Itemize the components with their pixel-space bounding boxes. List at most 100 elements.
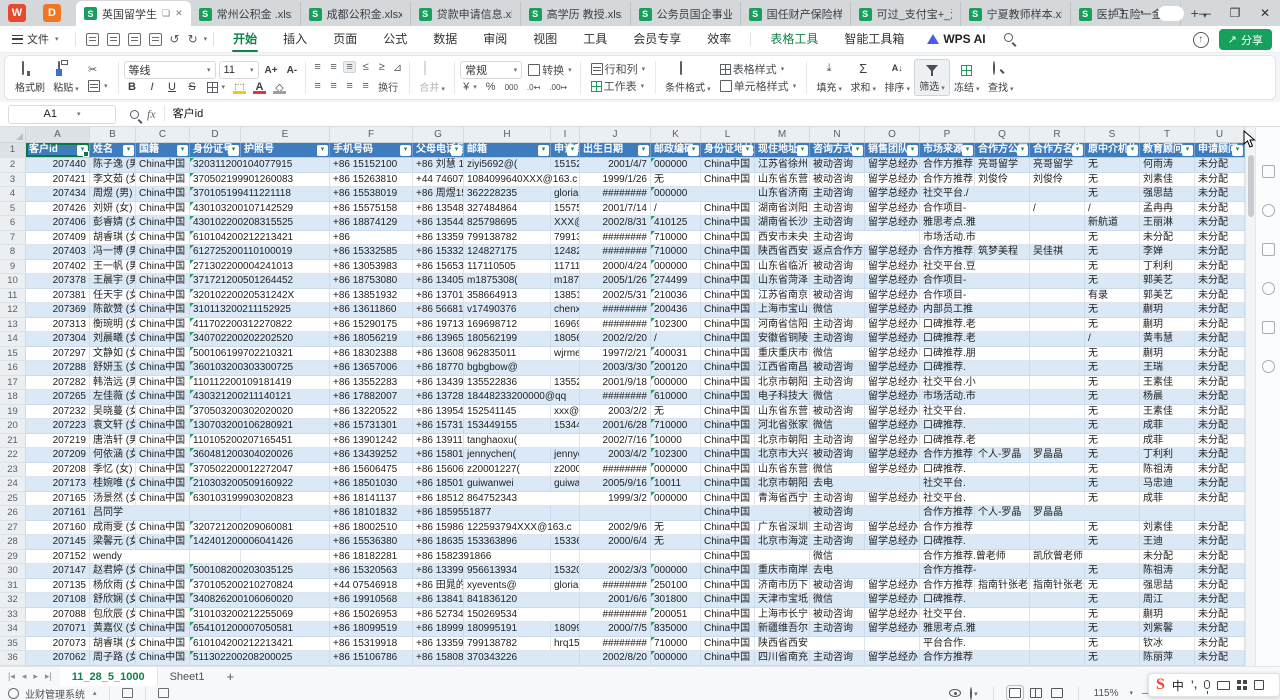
freeze-button[interactable]: 冻结▾	[950, 59, 984, 96]
cell[interactable]: 无	[1085, 434, 1140, 449]
filter-dropdown-icon[interactable]: ▾	[852, 145, 863, 156]
export-icon[interactable]	[107, 33, 120, 46]
cell[interactable]: +86 15332585	[330, 245, 413, 260]
header-cell[interactable]: 教育顾问▾	[1140, 143, 1195, 158]
cell[interactable]: 370105199411221118	[190, 187, 330, 202]
cell[interactable]: +44 7460762888	[413, 173, 464, 188]
cell[interactable]: +86 1850103098	[413, 477, 464, 492]
cell[interactable]: 合作方推荐	[920, 579, 975, 594]
cell[interactable]: 留学总经办	[865, 419, 920, 434]
filter-dropdown-icon[interactable]: ▾	[538, 145, 549, 156]
file-tab[interactable]: S高学历 教授.xlsx	[521, 2, 631, 26]
cell[interactable]: 周子路 (女)	[90, 651, 136, 666]
cell[interactable]	[1030, 361, 1085, 376]
cell[interactable]: 留学总经办	[865, 289, 920, 304]
cell[interactable]: 河南省信阳	[755, 318, 810, 333]
cell[interactable]	[1030, 419, 1085, 434]
cell[interactable]: 2000/6/4	[580, 535, 651, 550]
cell[interactable]: 彭睿婧 (女)	[90, 216, 136, 231]
minimize-button[interactable]: —	[1190, 1, 1220, 25]
prev-sheet-icon[interactable]: ◂	[22, 671, 27, 682]
cell[interactable]: 2000/4/24	[580, 260, 651, 275]
cell[interactable]: 山东省东营	[755, 463, 810, 478]
cell[interactable]: 864752343	[464, 492, 580, 507]
cell[interactable]: 1999/1/26	[580, 173, 651, 188]
cell[interactable]: 唐浩轩 (男)	[90, 434, 136, 449]
fill-color-button[interactable]: ◇	[271, 79, 288, 95]
cell[interactable]: 207152	[26, 550, 90, 565]
cell[interactable]: +86 1354866895	[413, 202, 464, 217]
row-header-8[interactable]: 8	[0, 245, 26, 260]
cell[interactable]: +86 1384183612	[413, 593, 464, 608]
cell[interactable]: 筑梦美程	[975, 245, 1030, 260]
cell[interactable]: 511302200208200025	[190, 651, 330, 666]
cell[interactable]: 无	[1085, 419, 1140, 434]
cell[interactable]: 蒯玥	[1140, 608, 1195, 623]
cell[interactable]: 胡睿琪 (女)	[90, 231, 136, 246]
cell[interactable]: 825798695	[464, 216, 551, 231]
cell[interactable]: 广东省深圳	[755, 521, 810, 536]
header-cell[interactable]: 市场来源▾	[920, 143, 975, 158]
cell[interactable]: 舒妍玉 (女)	[90, 361, 136, 376]
ime-toolbox-icon[interactable]	[1237, 680, 1247, 690]
cell[interactable]: 未分配	[1195, 376, 1245, 391]
cell[interactable]: China中国	[701, 506, 810, 521]
cell[interactable]: 北京市大兴	[755, 448, 810, 463]
cell[interactable]: 合作方推荐	[920, 173, 975, 188]
cell[interactable]	[1030, 231, 1085, 246]
cell[interactable]: +86 18302388	[330, 347, 413, 362]
cell[interactable]: 留学总经办	[865, 390, 920, 405]
align-left-icon[interactable]: ≡	[311, 80, 324, 92]
cell[interactable]: 207434	[26, 187, 90, 202]
cell[interactable]: 210036	[651, 289, 701, 304]
cell[interactable]: 留学总经办	[865, 347, 920, 362]
cell[interactable]: 胡睿琪 (女)	[90, 637, 136, 652]
cell[interactable]: 无	[1085, 347, 1140, 362]
cell[interactable]: 207088	[26, 608, 90, 623]
cell[interactable]: 合作项目-	[920, 289, 1030, 304]
increase-decimal-button[interactable]: .0↤	[524, 79, 543, 95]
account-avatar[interactable]	[1158, 6, 1184, 21]
cell[interactable]: +86 13611860	[330, 303, 413, 318]
undo-icon[interactable]: ↺	[170, 32, 180, 46]
filter-dropdown-icon[interactable]: ▾	[1017, 145, 1028, 156]
cell[interactable]: 留学总经办	[865, 260, 920, 275]
cell[interactable]: 留学总经办	[865, 303, 920, 318]
cell[interactable]: +86 15319918	[330, 637, 413, 652]
header-cell[interactable]: 申请专用▾	[551, 143, 580, 158]
cell[interactable]: China中国	[701, 173, 755, 188]
cell[interactable]: +86 1565399710	[413, 260, 464, 275]
cell[interactable]: 135522836	[551, 376, 580, 391]
cell[interactable]: +86 田晁的1395	[413, 579, 464, 594]
row-header-12[interactable]: 12	[0, 303, 26, 318]
cell[interactable]: 亮哥留学	[1030, 158, 1085, 173]
cell[interactable]: 主动咨询	[810, 434, 865, 449]
row-header-36[interactable]: 36	[0, 651, 26, 666]
cell[interactable]: 207288	[26, 361, 90, 376]
cell[interactable]: 未分配	[1195, 260, 1245, 275]
name-box[interactable]: A1 ▾	[8, 105, 116, 124]
column-header-C[interactable]: C	[136, 127, 190, 143]
cell[interactable]: 合作项目-	[920, 202, 1030, 217]
cell[interactable]: China中国	[701, 608, 755, 623]
cell[interactable]: 未分配	[1195, 550, 1245, 565]
cell[interactable]: 153205635	[551, 564, 580, 579]
cell[interactable]: +86 1877000215	[413, 361, 464, 376]
cell[interactable]: 微信	[810, 419, 865, 434]
cell[interactable]: ########	[580, 463, 651, 478]
cell[interactable]: 陈歆赞 (女)	[90, 303, 136, 318]
cell[interactable]: 无	[1085, 564, 1140, 579]
cell[interactable]: China中国	[136, 318, 190, 333]
row-header-29[interactable]: 29	[0, 550, 26, 565]
cell[interactable]: 207297	[26, 347, 90, 362]
cell[interactable]: 刘素佳	[1140, 173, 1195, 188]
help-icon[interactable]	[1262, 360, 1275, 373]
cell[interactable]: 留学总经办	[865, 492, 920, 507]
close-tab-icon[interactable]: ✕	[175, 8, 183, 19]
find-button[interactable]: 查找▾	[984, 59, 1018, 96]
header-cell[interactable]: 父母电话号码▾	[413, 143, 464, 158]
cell[interactable]: 1084099640XXX@163.c	[464, 173, 580, 188]
cell[interactable]: 留学总经办	[865, 173, 920, 188]
file-menu-button[interactable]: 文件 ▾	[0, 31, 69, 47]
cell[interactable]: +86 18002510	[330, 521, 413, 536]
